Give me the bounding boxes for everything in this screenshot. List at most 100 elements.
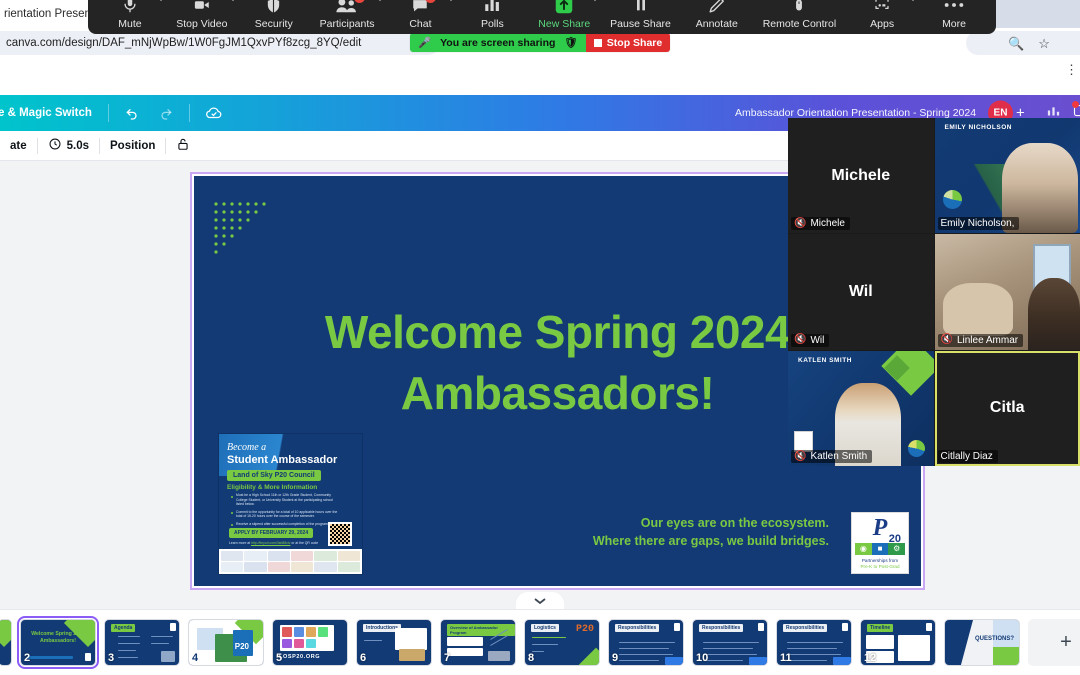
chevron-down-icon[interactable]	[228, 0, 237, 1]
zoom-toolbar-mute-button[interactable]: Mute	[104, 0, 165, 31]
thumbnail-number: 2	[24, 652, 31, 664]
undo-icon[interactable]	[115, 105, 149, 121]
zoom-toolbar-chat-button[interactable]: 3Chat	[394, 0, 456, 31]
participant-label: Emily Nicholson,	[937, 217, 1020, 231]
p20-logo-icon	[794, 431, 813, 452]
flyer-learn-more: Learn more at http://tinyurl.com/3sb88ct…	[229, 541, 318, 545]
thumbnail-number: 9	[612, 652, 619, 664]
slide-thumbnail-6[interactable]: Introductions 6	[356, 619, 432, 666]
animate-label: ate	[10, 139, 27, 152]
slide-thumbnail-10[interactable]: Responsibilities 10	[692, 619, 768, 666]
zoom-toolbar-stop-video-button[interactable]: Stop Video	[176, 0, 237, 31]
slide-thumbnail-9[interactable]: Responsibilities 9	[608, 619, 684, 666]
pencil-icon	[707, 0, 726, 16]
slide-thumbnail-1[interactable]	[0, 619, 12, 666]
slide-thumbnail-3[interactable]: Agenda 3	[104, 619, 180, 666]
p20-logo-number: 20	[888, 533, 901, 545]
participant-tile-katlen[interactable]: KATLEN SMITH 🔇 Katlen Smith	[788, 350, 934, 466]
stop-share-button[interactable]: Stop Share	[585, 33, 671, 52]
slide-thumbnail-2[interactable]: Welcome Spring 2024 Ambassadors! 2	[17, 616, 99, 669]
p20-icon-cap: ■	[871, 542, 889, 555]
chevron-down-icon[interactable]	[909, 0, 918, 1]
lock-button[interactable]	[166, 136, 200, 155]
partner-logo	[221, 562, 244, 572]
slide-thumbnail-5[interactable]: LOSP20.ORG 5	[272, 619, 348, 666]
url-bar-actions: 🔍 ☆	[966, 31, 1080, 55]
position-label: Position	[110, 139, 156, 152]
thumbnail-number: 3	[108, 652, 115, 664]
thumbnail-number: 6	[360, 652, 367, 664]
slide-thumbnail-8[interactable]: Logistics P20 8	[524, 619, 600, 666]
cloud-saved-icon[interactable]	[196, 104, 232, 122]
thumb-title-text: Responsibilities	[783, 624, 828, 632]
profile-icon[interactable]: ⋮	[1065, 62, 1078, 78]
position-button[interactable]: Position	[100, 140, 165, 152]
flyer-script-text: Become a	[227, 442, 267, 453]
chevron-down-icon[interactable]	[591, 0, 600, 1]
thumbnail-number: 4	[192, 652, 199, 664]
p20-caption-line2: Pre-K to Post-Grad	[860, 563, 900, 569]
screen-share-banner: 🎤 You are screen sharing 🛡 Stop Share	[410, 33, 671, 52]
slide-thumbnail-12[interactable]: Timeline 12	[860, 619, 936, 666]
thumb-title-text: Logistics	[531, 624, 559, 632]
participant-name-large: Michele	[831, 166, 891, 184]
divider	[188, 104, 190, 122]
flyer-section-title: Eligibility & More Information	[227, 484, 318, 491]
background-pillow	[943, 282, 1014, 336]
slide-thumbnail-13[interactable]: QUESTIONS? 13	[944, 619, 1020, 666]
add-slide-button[interactable]: +	[1028, 619, 1080, 666]
p20-logo[interactable]: P 20 ◉ ■ ⚙ Partnerships from Pre-K to Po…	[851, 512, 909, 574]
zoom-out-icon[interactable]: 🔍	[1008, 37, 1024, 50]
lock-icon	[176, 136, 190, 155]
slide-thumbnail-7[interactable]: Overview of Ambassador Program 7	[440, 619, 516, 666]
zoom-toolbar-annotate-button[interactable]: Annotate	[691, 0, 743, 31]
chevron-down-icon[interactable]	[447, 0, 456, 1]
thumbnail-number: 10	[696, 652, 709, 664]
zoom-toolbar-polls-button[interactable]: Polls	[466, 0, 518, 31]
partner-logo	[337, 551, 360, 561]
url-text: canva.com/design/DAF_mNjWpBw/1W0FgJM1Qxv…	[6, 37, 362, 49]
participant-tile-michele[interactable]: Michele 🔇 Michele	[788, 118, 934, 234]
zoom-toolbar-more-button[interactable]: More	[928, 0, 980, 31]
chevron-down-icon[interactable]	[375, 0, 384, 1]
p20-logo-mark: P	[872, 515, 888, 541]
thumb-title-text: QUESTIONS?	[975, 636, 1015, 642]
thumbnail-number: 12	[864, 652, 877, 664]
slide-thumbnail-11[interactable]: Responsibilities 11	[776, 619, 852, 666]
participant-tile-wil[interactable]: Wil 🔇 Wil	[788, 234, 934, 350]
participant-name: Linlee Ammar	[956, 334, 1019, 346]
redo-icon[interactable]	[149, 105, 183, 121]
thumb-title-text: P20	[234, 642, 249, 651]
address-bar[interactable]: canva.com/design/DAF_mNjWpBw/1W0FgJM1Qxv…	[0, 31, 440, 55]
participant-label: 🔇 Katlen Smith	[791, 450, 873, 463]
flyer-apply-badge: APPLY BY FEBRUARY 29, 2024	[229, 528, 314, 538]
participant-name: Wil	[810, 334, 825, 346]
divider	[107, 104, 109, 122]
slide-thumbnail-4[interactable]: P20 4	[188, 619, 264, 666]
zoom-toolbar-participants-button[interactable]: 11Participants	[320, 0, 384, 31]
animate-button[interactable]: ate	[0, 140, 37, 152]
collapse-panel-button[interactable]	[516, 592, 564, 610]
zoom-toolbar-apps-button[interactable]: Apps	[856, 0, 918, 31]
partner-logo	[267, 551, 290, 561]
chevron-down-icon[interactable]	[156, 0, 165, 1]
participants-icon	[335, 0, 359, 16]
participant-tile-linlee[interactable]: 🔇 Linlee Ammar	[934, 234, 1080, 350]
participant-tile-citlally[interactable]: Citla Citlally Diaz	[934, 350, 1080, 466]
zoom-toolbar-remote-control-button[interactable]: Remote Control	[763, 0, 836, 31]
zoom-toolbar-security-button[interactable]: Security	[248, 0, 300, 31]
clock-icon	[48, 137, 62, 154]
magic-switch-button[interactable]: e & Magic Switch	[0, 107, 102, 119]
p20-logo-caption: Partnerships from Pre-K to Post-Grad	[860, 558, 899, 570]
partner-logo	[337, 562, 360, 572]
thumbnail-number: 5	[276, 652, 283, 664]
slide-tagline[interactable]: Our eyes are on the ecosystem. Where the…	[593, 514, 829, 550]
zoom-toolbar-label: Pause Share	[610, 18, 671, 30]
zoom-toolbar-new-share-button[interactable]: New Share	[538, 0, 600, 31]
duration-button[interactable]: 5.0s	[38, 137, 99, 154]
slide-thumbnail-strip[interactable]: Welcome Spring 2024 Ambassadors! 2 Agenda…	[0, 609, 1080, 675]
participant-tile-emily[interactable]: EMILY NICHOLSON Emily Nicholson,	[934, 118, 1080, 234]
star-icon[interactable]: ☆	[1038, 37, 1050, 50]
zoom-toolbar-pause-share-button[interactable]: Pause Share	[610, 0, 671, 31]
ambassador-flyer-image[interactable]: Become a Student Ambassador Land of Sky …	[218, 433, 363, 575]
